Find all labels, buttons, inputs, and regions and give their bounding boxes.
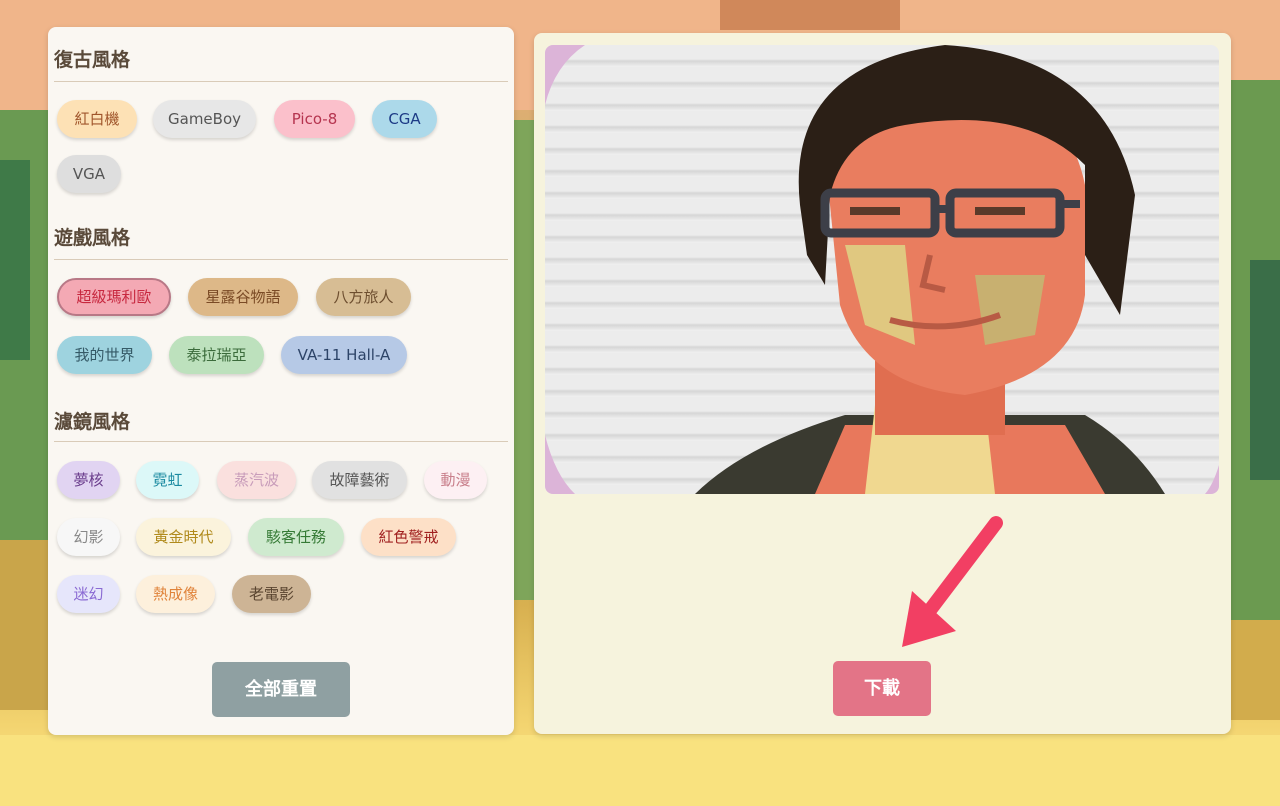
- chip-stardew-valley[interactable]: 星露谷物語: [188, 278, 298, 316]
- chip-va11-hall-a[interactable]: VA-11 Hall-A: [281, 336, 407, 374]
- chip-cyberpunk[interactable]: 駭客任務: [248, 518, 344, 556]
- chip-golden-age[interactable]: 黃金時代: [136, 518, 231, 556]
- chip-dreamcore[interactable]: 夢核: [57, 461, 120, 499]
- arrow-pointer-icon: [902, 516, 1003, 647]
- chip-gameboy[interactable]: GameBoy: [153, 100, 256, 138]
- preview-panel: 下載: [534, 33, 1231, 734]
- chip-super-mario[interactable]: 超級瑪利歐: [57, 278, 171, 316]
- chip-minecraft[interactable]: 我的世界: [57, 336, 152, 374]
- chip-vaporwave[interactable]: 蒸汽波: [217, 461, 296, 499]
- download-button[interactable]: 下載: [833, 661, 931, 716]
- style-options-panel: 復古風格 紅白機 GameBoy Pico-8 CGA VGA 遊戲風格 超級瑪…: [48, 27, 514, 735]
- section-title-filter: 濾鏡風格: [54, 411, 131, 433]
- chip-old-film[interactable]: 老電影: [232, 575, 311, 613]
- section-title-retro: 復古風格: [54, 49, 131, 71]
- divider: [54, 81, 508, 82]
- chip-glitch-art[interactable]: 故障藝術: [312, 461, 407, 499]
- section-title-game: 遊戲風格: [54, 227, 131, 249]
- reset-all-button[interactable]: 全部重置: [212, 662, 350, 717]
- chip-phantom[interactable]: 幻影: [57, 518, 120, 556]
- chip-thermal[interactable]: 熱成像: [136, 575, 215, 613]
- chip-vga[interactable]: VGA: [57, 155, 121, 193]
- chip-famicom[interactable]: 紅白機: [57, 100, 137, 138]
- chip-terraria[interactable]: 泰拉瑞亞: [169, 336, 264, 374]
- preview-image: [545, 45, 1219, 494]
- chip-anime[interactable]: 動漫: [424, 461, 487, 499]
- pixelated-portrait-image: [545, 45, 1219, 494]
- chip-neon[interactable]: 霓虹: [136, 461, 199, 499]
- divider: [54, 441, 508, 442]
- chip-octopath[interactable]: 八方旅人: [316, 278, 411, 316]
- chip-cga[interactable]: CGA: [372, 100, 437, 138]
- chip-red-alert[interactable]: 紅色警戒: [361, 518, 456, 556]
- chip-pico8[interactable]: Pico-8: [274, 100, 355, 138]
- divider: [54, 259, 508, 260]
- chip-psychedelic[interactable]: 迷幻: [57, 575, 120, 613]
